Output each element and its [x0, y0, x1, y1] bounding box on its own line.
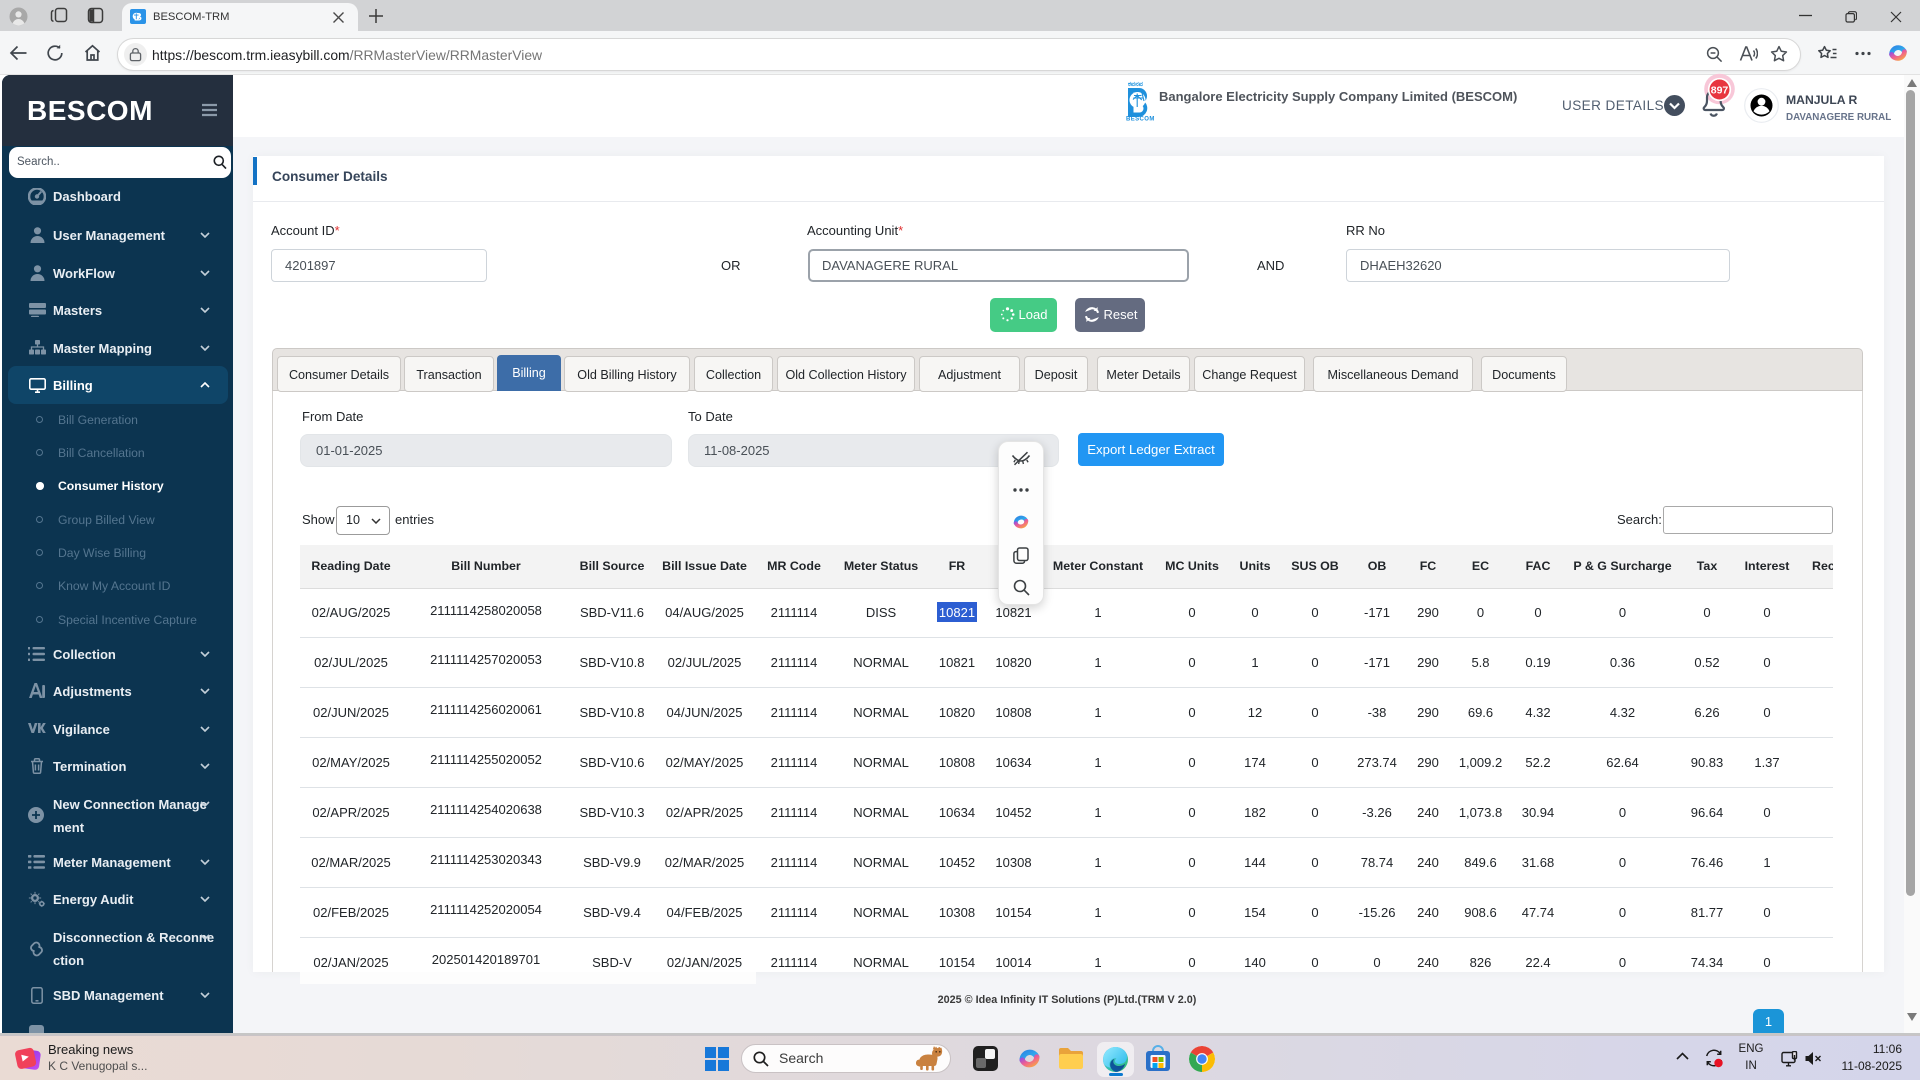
- svg-text:ಕವನವ: ಕವನವ: [1128, 81, 1144, 88]
- svg-text:897: 897: [1711, 84, 1729, 96]
- svg-text:BESCOM: BESCOM: [1126, 117, 1155, 123]
